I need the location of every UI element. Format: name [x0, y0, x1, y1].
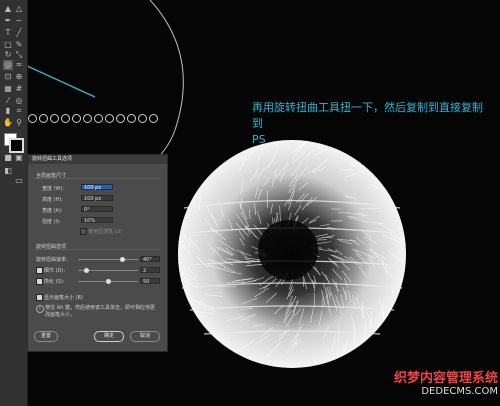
- divider: [34, 249, 160, 250]
- twirl-tool-options-dialog: 旋转扭曲工具选项 全局画笔尺寸 宽度 (W): 100 px 高度 (H): 1…: [27, 154, 168, 352]
- hand-tool-icon[interactable]: ✋: [3, 118, 13, 128]
- slider-knob[interactable]: [120, 257, 125, 262]
- twirl-rate-slider[interactable]: [78, 257, 138, 262]
- brush-tool-icon[interactable]: ✎: [14, 40, 24, 50]
- tools-panel: ▲ △ ✒ ∽ T ╱ □ ✎ ↻ ⤡ @ ≈ ⊡ ⊕ ▦ # ⁄ ◎ ▮ ⌗ …: [0, 0, 28, 406]
- detail-checkbox[interactable]: [36, 267, 43, 274]
- ok-button[interactable]: 确定: [94, 331, 124, 342]
- tip-text: 按住 Alt 键，然后使用该工具单击，即可相应地更改画笔大小。: [45, 305, 155, 318]
- dialog-title: 旋转扭曲工具选项: [28, 155, 167, 164]
- divider: [34, 178, 160, 179]
- slider-knob[interactable]: [84, 268, 89, 273]
- detail-label: 细节 (D):: [44, 268, 66, 274]
- draw-mode-icon[interactable]: ◧: [3, 166, 13, 176]
- line-tool-icon[interactable]: ╱: [14, 28, 24, 38]
- width-label: 宽度 (W):: [42, 186, 65, 192]
- angle-label: 角度 (A):: [42, 208, 63, 214]
- color-mode-icon[interactable]: ■: [3, 153, 13, 163]
- watermark-url: DEDECMS.COM: [421, 386, 498, 397]
- width-field[interactable]: 100 px: [81, 184, 113, 191]
- height-field[interactable]: 100 px: [81, 195, 113, 202]
- rotate-tool-icon[interactable]: ↻: [3, 50, 13, 60]
- simplify-checkbox[interactable]: [36, 278, 43, 285]
- type-tool-icon[interactable]: T: [3, 28, 13, 38]
- zoom-tool-icon[interactable]: ⚲: [14, 118, 24, 128]
- reset-button[interactable]: 重置: [34, 331, 58, 342]
- direct-selection-icon[interactable]: △: [14, 4, 24, 14]
- show-brush-size-checkbox[interactable]: [36, 294, 43, 301]
- simplify-label: 简化 (S):: [44, 279, 65, 285]
- detail-slider[interactable]: [78, 268, 138, 273]
- gradient-mode-icon[interactable]: ▣: [14, 153, 24, 163]
- watermark-title: 织梦内容管理系统: [393, 371, 498, 386]
- scale-tool-icon[interactable]: ⤡: [14, 50, 24, 60]
- selection-tool-icon[interactable]: ▲: [3, 4, 13, 14]
- screen-mode-icon[interactable]: ▭: [14, 176, 24, 186]
- pressure-checkbox[interactable]: [80, 228, 87, 235]
- graph-tool-icon[interactable]: ▮: [3, 106, 13, 116]
- pen-tool-icon[interactable]: ✒: [3, 16, 13, 26]
- twirl-rate-label: 旋转扭曲速率:: [36, 257, 68, 263]
- detail-field[interactable]: 2: [140, 267, 160, 274]
- show-brush-size-label: 显示画笔大小 (B): [44, 295, 83, 301]
- watermark: 织梦内容管理系统 DEDECMS.COM: [358, 367, 498, 397]
- intensity-field[interactable]: 10%: [81, 217, 113, 224]
- shape-tool-icon[interactable]: □: [3, 40, 13, 50]
- blend-tool-icon[interactable]: ◎: [14, 96, 24, 106]
- eyedropper-icon[interactable]: ⁄: [3, 96, 13, 106]
- artboard-tool-icon[interactable]: ⌗: [14, 106, 24, 116]
- simplify-field[interactable]: 50: [140, 278, 160, 285]
- info-icon: i: [36, 305, 44, 313]
- pressure-label: 使用压感笔 (U): [88, 229, 123, 235]
- width-tool-icon[interactable]: ≈: [14, 60, 24, 70]
- cancel-button[interactable]: 取消: [130, 331, 160, 342]
- simplify-slider[interactable]: [78, 279, 138, 284]
- height-label: 高度 (H):: [42, 197, 63, 203]
- perspective-grid-icon[interactable]: ▦: [3, 84, 13, 94]
- twirl-tool-icon[interactable]: @: [3, 60, 13, 70]
- shape-builder-icon[interactable]: ⊕: [14, 72, 24, 82]
- mesh-tool-icon[interactable]: #: [14, 84, 24, 94]
- stroke-swatch-icon[interactable]: [9, 138, 24, 153]
- curvature-tool-icon[interactable]: ∽: [14, 16, 24, 26]
- slider-knob[interactable]: [106, 279, 111, 284]
- angle-field[interactable]: 0°: [81, 206, 113, 213]
- twirl-rate-field[interactable]: 40°: [140, 256, 160, 263]
- intensity-label: 强度 (I):: [42, 219, 61, 225]
- free-transform-icon[interactable]: ⊡: [3, 72, 13, 82]
